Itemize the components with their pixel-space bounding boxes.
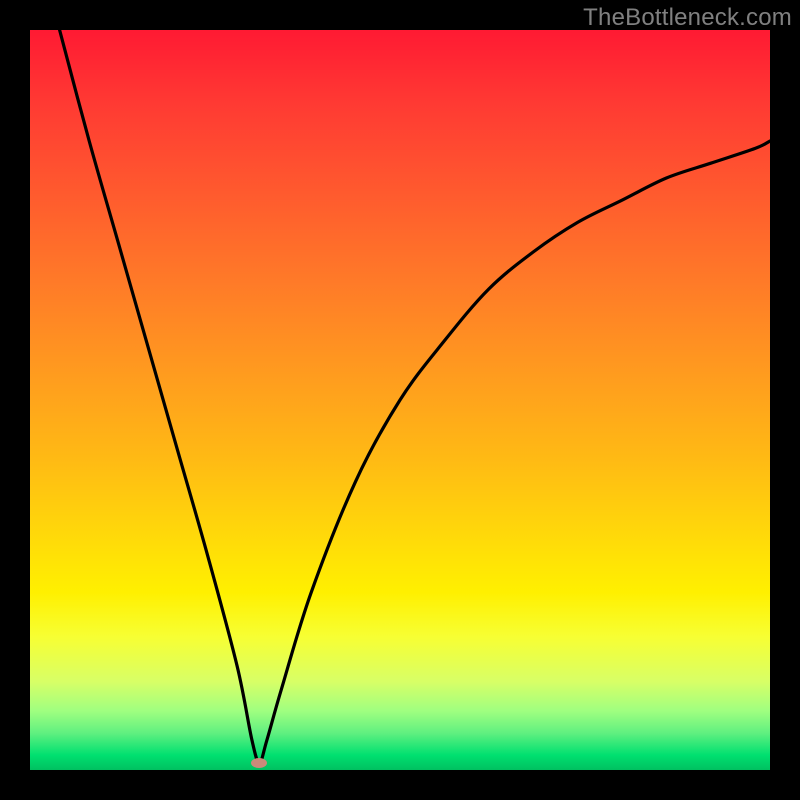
plot-area: [30, 30, 770, 770]
bottleneck-curve: [30, 30, 770, 770]
chart-frame: TheBottleneck.com: [0, 0, 800, 800]
optimal-point-marker: [251, 758, 267, 768]
watermark-text: TheBottleneck.com: [583, 4, 792, 32]
